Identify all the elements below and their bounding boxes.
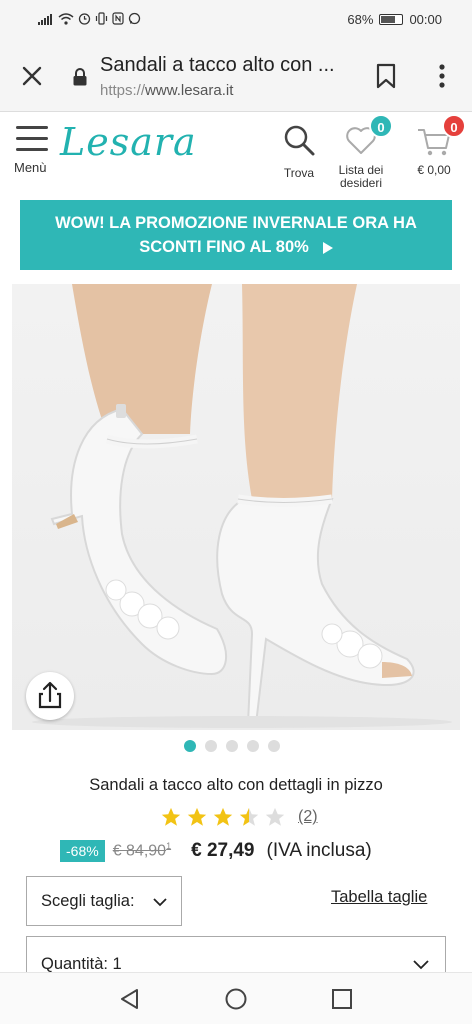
cart-button[interactable]: 0 € 0,00 <box>408 114 466 177</box>
play-arrow-icon <box>322 241 333 254</box>
wishlist-badge: 0 <box>369 114 393 138</box>
url-text[interactable]: https://www.lesara.it <box>100 82 233 99</box>
gallery-dot[interactable] <box>247 740 259 752</box>
cart-total: € 0,00 <box>417 163 451 177</box>
vat-note: (IVA inclusa) <box>266 840 372 861</box>
size-select-label: Scegli taglia: <box>41 892 135 910</box>
product-image[interactable] <box>12 284 460 730</box>
promo-line-2: SCONTI FINO AL 80% <box>139 238 309 256</box>
gallery-dot[interactable] <box>226 740 238 752</box>
share-button[interactable] <box>26 672 74 720</box>
site-header: Menù Lesara Trova 0 Lista dei desideri 0… <box>0 112 472 198</box>
promo-line-1: WOW! LA PROMOZIONE INVERNALE ORA HA <box>55 214 417 232</box>
size-table-link[interactable]: Tabella taglie <box>331 888 427 907</box>
signal-icon <box>38 13 52 25</box>
discount-badge: -68% <box>60 840 105 862</box>
wishlist-icon-wrap: 0 <box>343 114 393 158</box>
gallery-dot[interactable] <box>205 740 217 752</box>
old-price-footnote: 1 <box>166 841 172 852</box>
cart-badge: 0 <box>442 114 466 138</box>
star-full-icon <box>187 807 207 826</box>
size-select[interactable]: Scegli taglia: <box>26 876 182 926</box>
shoe-illustration <box>32 284 452 728</box>
star-full-icon <box>213 807 233 826</box>
status-icons <box>38 12 141 25</box>
gallery-dot[interactable] <box>184 740 196 752</box>
more-vert-icon[interactable] <box>432 62 452 90</box>
lock-icon <box>73 68 87 86</box>
bookmark-icon[interactable] <box>374 62 398 90</box>
hamburger-icon <box>16 126 48 152</box>
back-triangle-icon[interactable] <box>118 987 142 1011</box>
star-half-icon <box>239 807 259 826</box>
menu-label: Menù <box>14 160 47 175</box>
url-host: www.lesara.it <box>145 82 234 99</box>
nfc-icon <box>112 12 124 25</box>
star-full-icon <box>161 807 181 826</box>
url-protocol: https:// <box>100 82 146 99</box>
star-empty-icon <box>265 807 285 826</box>
whatsapp-icon <box>128 12 141 25</box>
promo-line-2-wrap: SCONTI FINO AL 80% <box>20 235 452 259</box>
gallery-dot[interactable] <box>268 740 280 752</box>
system-nav-bar <box>0 972 472 1024</box>
gallery-pagination <box>184 740 280 752</box>
search-button[interactable]: Trova <box>276 122 322 180</box>
battery-icon <box>379 14 404 25</box>
old-price: € 84,901 <box>113 841 171 860</box>
old-price-value: € 84,90 <box>112 842 167 860</box>
alarm-icon <box>78 13 91 25</box>
menu-button[interactable]: Menù <box>12 122 52 182</box>
current-price: € 27,49 <box>191 840 255 861</box>
status-bar: 68% 00:00 <box>0 0 472 40</box>
product-title: Sandali a tacco alto con dettagli in piz… <box>89 776 383 794</box>
promo-banner[interactable]: WOW! LA PROMOZIONE INVERNALE ORA HA SCON… <box>20 200 452 270</box>
close-icon[interactable] <box>18 62 46 90</box>
lesara-logo[interactable]: Lesara <box>60 120 197 164</box>
search-label: Trova <box>283 166 315 180</box>
share-icon <box>38 681 62 709</box>
product-rating[interactable]: (2) <box>160 806 318 828</box>
status-right: 68% 00:00 <box>347 12 442 27</box>
cart-icon-wrap: 0 <box>416 114 466 158</box>
review-count[interactable]: (2) <box>298 808 318 826</box>
wishlist-label-2: desideri <box>339 176 383 190</box>
page-title[interactable]: Sandali a tacco alto con ... <box>100 54 335 77</box>
clock: 00:00 <box>409 12 442 27</box>
recents-square-icon[interactable] <box>330 987 354 1011</box>
wishlist-button[interactable]: 0 Lista dei desideri <box>330 114 393 190</box>
price-row: -68% € 84,901 € 27,49 (IVA inclusa) <box>60 840 372 862</box>
chevron-down-icon <box>153 898 167 907</box>
vibrate-icon <box>95 12 108 25</box>
wifi-icon <box>58 12 74 25</box>
quantity-label: Quantità: 1 <box>41 955 122 973</box>
chevron-down-icon <box>413 960 429 970</box>
browser-toolbar: Sandali a tacco alto con ... https://www… <box>0 40 472 112</box>
battery-percent: 68% <box>347 12 374 27</box>
home-circle-icon[interactable] <box>224 987 248 1011</box>
search-icon <box>284 125 315 156</box>
